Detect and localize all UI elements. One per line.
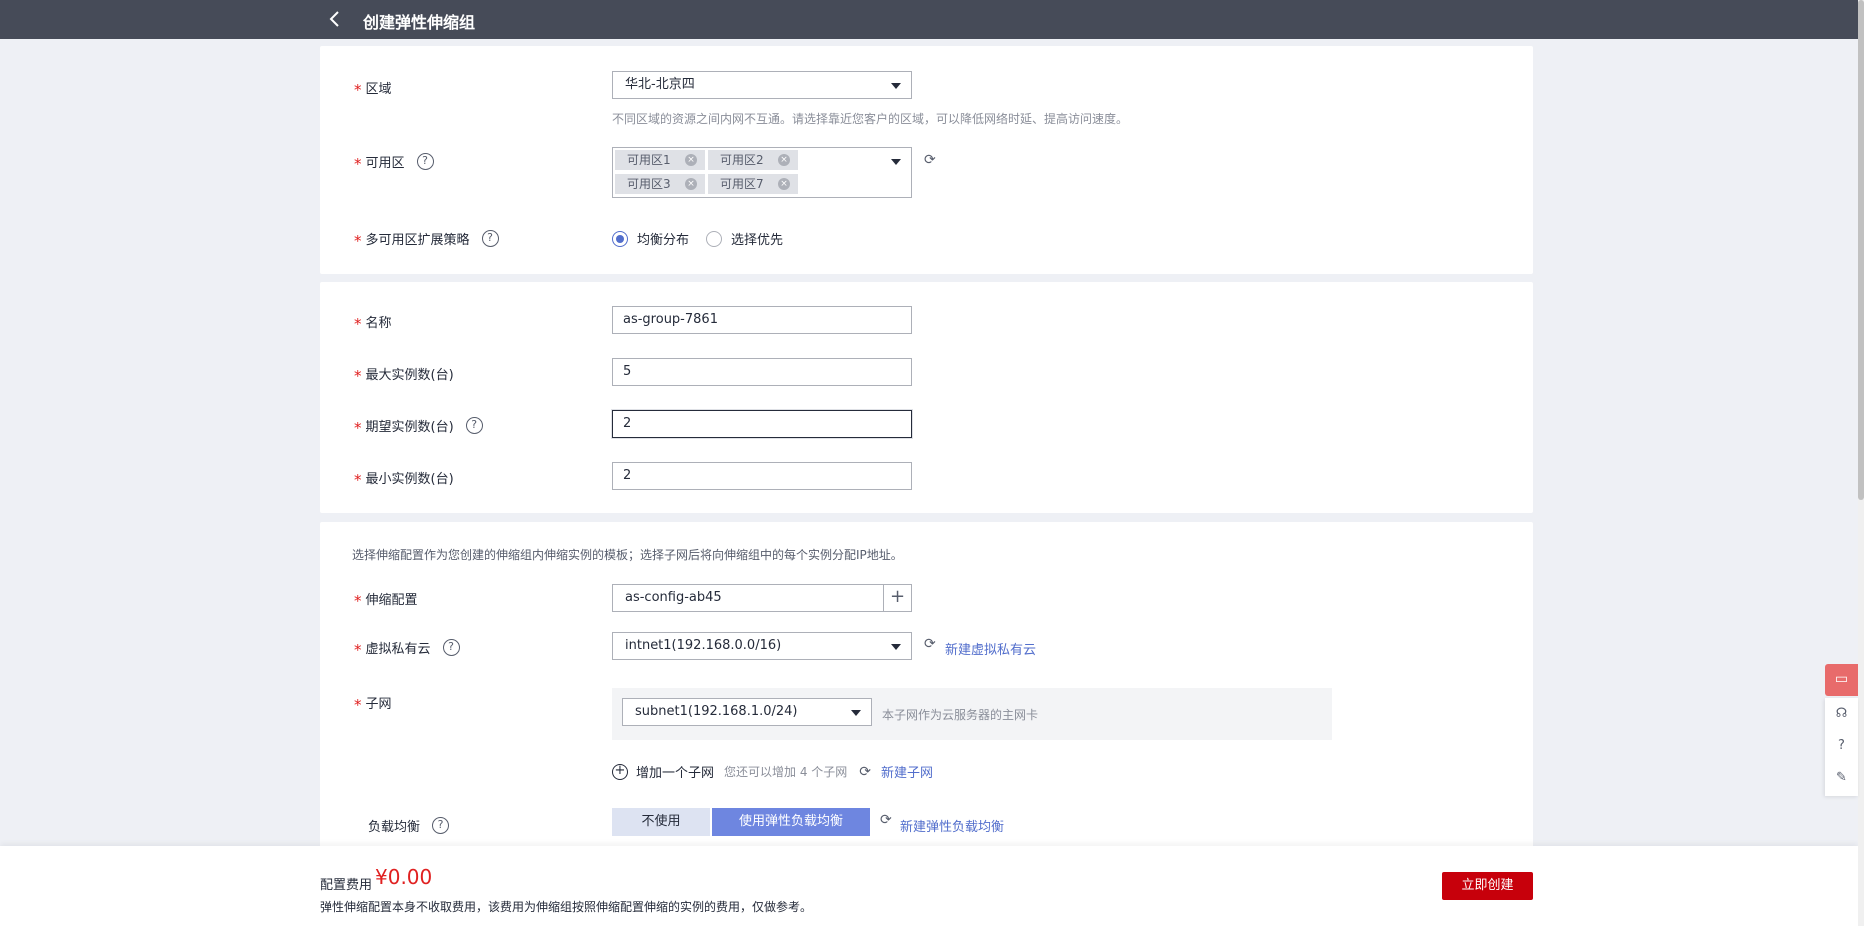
radio-priority[interactable]: 选择优先 (706, 229, 783, 248)
required-mark: * (354, 366, 362, 385)
refresh-icon[interactable]: ⟳ (924, 636, 936, 652)
az-tag: 可用区1 × (615, 150, 705, 170)
radio-dot (706, 230, 722, 247)
footer-bar: 配置费用 ¥0.00 弹性伸缩配置本身不收取费用，该费用为伸缩组按照伸缩配置伸缩… (0, 846, 1858, 926)
required-mark: * (354, 80, 362, 99)
radio-balanced[interactable]: 均衡分布 (612, 229, 689, 248)
network-card: 选择伸缩配置作为您创建的伸缩组内伸缩实例的模板；选择子网后将向伸缩组中的每个实例… (320, 522, 1533, 852)
vpc-label: * 虚拟私有云 ? (354, 638, 460, 657)
az-strategy-label: * 多可用区扩展策略 ? (354, 229, 499, 248)
scrollbar[interactable] (1858, 0, 1864, 926)
chevron-down-icon (891, 644, 901, 650)
remove-tag-icon[interactable]: × (778, 154, 790, 166)
fee-value: ¥0.00 (375, 865, 433, 889)
chevron-down-icon (851, 710, 861, 716)
refresh-icon[interactable]: ⟳ (924, 152, 936, 168)
az-tag: 可用区3 × (615, 174, 705, 194)
help-icon[interactable]: ? (416, 153, 434, 170)
chat-icon[interactable]: ▭ (1825, 664, 1858, 696)
vpc-select[interactable]: intnet1(192.168.0.0/16) (612, 632, 912, 660)
required-mark: * (354, 418, 362, 437)
name-input[interactable]: as-group-7861 (612, 306, 912, 334)
required-mark: * (354, 231, 362, 250)
top-bar: 创建弹性伸缩组 (0, 0, 1864, 39)
chevron-down-icon (891, 83, 901, 89)
required-mark: * (354, 314, 362, 333)
help-icon[interactable]: ? (481, 230, 499, 247)
min-label: * 最小实例数(台) (354, 470, 454, 489)
config-select[interactable]: as-config-ab45 + (612, 584, 912, 612)
help-icon[interactable]: ? (442, 639, 460, 656)
subnet-row: subnet1(192.168.1.0/24) 本子网作为云服务器的主网卡 (612, 688, 1332, 740)
customer-service-icon[interactable]: ☊ (1825, 698, 1858, 730)
desired-label: * 期望实例数(台) ? (354, 416, 483, 435)
refresh-icon[interactable]: ⟳ (859, 764, 871, 780)
az-tag: 可用区2 × (708, 150, 798, 170)
fee-note: 弹性伸缩配置本身不收取费用，该费用为伸缩组按照伸缩配置伸缩的实例的费用，仅做参考… (320, 900, 813, 914)
new-subnet-link[interactable]: 新建子网 (881, 762, 933, 781)
required-mark: * (354, 695, 362, 714)
add-subnet-button[interactable]: 增加一个子网 (636, 762, 714, 781)
lb-off-button[interactable]: 不使用 (612, 808, 710, 836)
region-hint: 不同区域的资源之间内网不互通。请选择靠近您客户的区域，可以降低网络时延、提高访问… (612, 112, 1129, 126)
config-label: * 伸缩配置 (354, 591, 418, 610)
help-icon[interactable]: ? (432, 817, 450, 834)
lb-label: 负载均衡 ? (368, 816, 450, 835)
required-mark: * (354, 154, 362, 173)
side-toolbar: ☊ ? ✎ (1825, 698, 1858, 796)
min-instances-input[interactable]: 2 (612, 462, 912, 490)
add-subnet-row: + 增加一个子网 您还可以增加 4 个子网 ⟳ 新建子网 (612, 762, 933, 781)
required-mark: * (354, 591, 362, 610)
chevron-down-icon (891, 159, 901, 165)
max-instances-input[interactable]: 5 (612, 358, 912, 386)
remove-tag-icon[interactable]: × (685, 178, 697, 190)
subnet-select[interactable]: subnet1(192.168.1.0/24) (622, 698, 872, 726)
subnet-label: * 子网 (354, 695, 392, 714)
new-lb-link[interactable]: 新建弹性负载均衡 (900, 816, 1004, 835)
required-mark: * (354, 640, 362, 659)
fee-label: 配置费用 (320, 878, 373, 893)
network-desc: 选择伸缩配置作为您创建的伸缩组内伸缩实例的模板；选择子网后将向伸缩组中的每个实例… (352, 548, 903, 562)
name-label: * 名称 (354, 314, 392, 333)
region-select[interactable]: 华北-北京四 (612, 71, 912, 99)
help-icon[interactable]: ? (1825, 730, 1858, 762)
region-card: * 区域 华北-北京四 不同区域的资源之间内网不互通。请选择靠近您客户的区域，可以… (320, 46, 1533, 274)
desired-instances-input[interactable]: 2 (612, 410, 912, 438)
remove-tag-icon[interactable]: × (685, 154, 697, 166)
lb-on-button[interactable]: 使用弹性负载均衡 (712, 808, 870, 836)
required-mark: * (354, 470, 362, 489)
az-multiselect[interactable]: 可用区1 × 可用区2 × 可用区3 × 可用区7 × (612, 147, 912, 198)
subnet-hint: 本子网作为云服务器的主网卡 (882, 708, 1039, 722)
region-label: * 区域 (354, 80, 392, 99)
page-title: 创建弹性伸缩组 (363, 13, 476, 32)
refresh-icon[interactable]: ⟳ (880, 812, 892, 828)
create-button[interactable]: 立即创建 (1442, 872, 1533, 900)
remove-tag-icon[interactable]: × (778, 178, 790, 190)
back-arrow-icon[interactable] (327, 10, 343, 28)
group-card: * 名称 as-group-7861 * 最大实例数(台) 5 * 期望实例数(台) … (320, 282, 1533, 513)
plus-circle-icon[interactable]: + (612, 763, 628, 780)
az-label: * 可用区 ? (354, 152, 434, 171)
radio-dot (612, 230, 628, 247)
add-config-button[interactable]: + (883, 585, 911, 611)
max-label: * 最大实例数(台) (354, 366, 454, 385)
feedback-icon[interactable]: ✎ (1825, 762, 1858, 794)
help-icon[interactable]: ? (465, 417, 483, 434)
new-vpc-link[interactable]: 新建虚拟私有云 (945, 639, 1036, 658)
az-tag: 可用区7 × (708, 174, 798, 194)
subnet-remaining: 您还可以增加 4 个子网 (724, 765, 848, 779)
scrollbar-thumb[interactable] (1858, 0, 1864, 500)
